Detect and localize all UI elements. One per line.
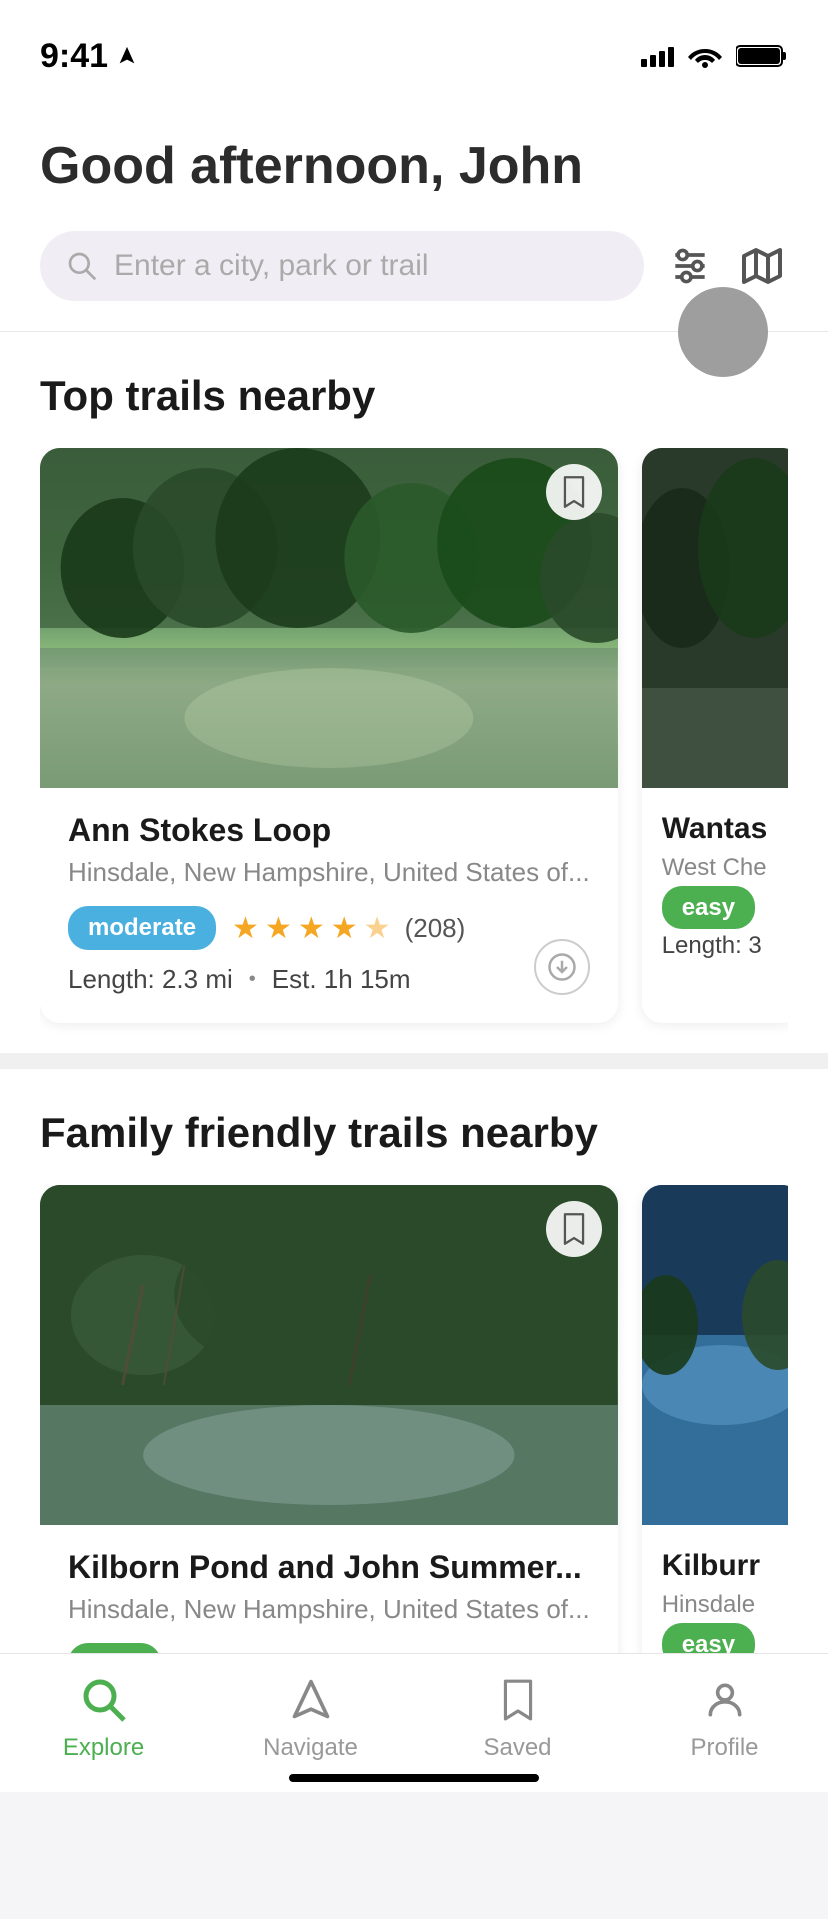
- bookmark-button-1[interactable]: [546, 464, 602, 520]
- bottom-nav: Explore Navigate Saved Profile: [0, 1653, 828, 1792]
- saved-bookmark-icon: [498, 1678, 538, 1722]
- download-button-1[interactable]: [534, 939, 590, 995]
- explore-search-icon: [80, 1676, 128, 1724]
- signal-strength-icon: [641, 45, 674, 67]
- sliders-icon: [668, 244, 712, 288]
- trail-name-3: Kilborn Pond and John Summer...: [68, 1549, 590, 1586]
- trail-location-2: West Che: [662, 854, 782, 882]
- trail-card-image-1: [40, 448, 618, 788]
- filter-icon[interactable]: [664, 240, 716, 292]
- bookmark-icon-1: [560, 475, 588, 509]
- floating-circle: [678, 287, 768, 377]
- trail-location-3: Hinsdale, New Hampshire, United States o…: [68, 1594, 590, 1625]
- trail-name-1: Ann Stokes Loop: [68, 812, 590, 849]
- section-separator: [0, 1053, 828, 1069]
- trail-card-image-3: [40, 1185, 618, 1525]
- trail-card-wantas[interactable]: Wantas West Che easy Length: 3: [642, 448, 788, 1023]
- trail-image-overlay-2: [642, 448, 788, 788]
- difficulty-badge-2: easy: [662, 886, 755, 929]
- trail-card-body-1: Ann Stokes Loop Hinsdale, New Hampshire,…: [40, 788, 618, 1023]
- review-count-1: (208): [405, 913, 466, 944]
- star-1-3: ★: [298, 911, 325, 946]
- difficulty-wrap-2: easy: [662, 894, 782, 922]
- star-1-2: ★: [265, 911, 292, 946]
- wifi-icon: [688, 43, 722, 69]
- nav-label-navigate: Navigate: [263, 1734, 358, 1762]
- trail-image-bg-3: [40, 1185, 618, 1525]
- trail-meta-1: moderate ★ ★ ★ ★ ★ (208): [68, 906, 590, 950]
- trail-image-overlay-1: [40, 448, 618, 788]
- explore-icon: [78, 1674, 130, 1726]
- search-row: Enter a city, park or trail: [40, 231, 788, 301]
- home-indicator: [289, 1774, 539, 1782]
- top-trails-cards: Ann Stokes Loop Hinsdale, New Hampshire,…: [40, 448, 788, 1053]
- bookmark-icon-3: [560, 1212, 588, 1246]
- family-trails-title: Family friendly trails nearby: [40, 1109, 788, 1157]
- search-placeholder: Enter a city, park or trail: [114, 249, 429, 283]
- stars-row-1: ★ ★ ★ ★ ★ (208): [232, 911, 465, 946]
- bookmark-button-3[interactable]: [546, 1201, 602, 1257]
- trail-length-1: Length: 2.3 mi: [68, 964, 233, 995]
- nav-explore[interactable]: Explore: [0, 1674, 207, 1762]
- status-bar: 9:41: [0, 0, 828, 88]
- trail-image-2: [642, 448, 788, 788]
- status-icons: [641, 43, 788, 69]
- trail-location-1: Hinsdale, New Hampshire, United States o…: [68, 857, 590, 888]
- nav-saved[interactable]: Saved: [414, 1674, 621, 1762]
- star-1-5: ★: [364, 911, 391, 946]
- trail-image-overlay-3: [40, 1185, 618, 1525]
- download-icon-1: [547, 952, 577, 982]
- trail-image-4: [642, 1185, 788, 1525]
- trail-card-kilburr[interactable]: Kilburr Hinsdale easy: [642, 1185, 788, 1729]
- trail-image-overlay-4: [642, 1185, 788, 1525]
- map-icon[interactable]: [736, 240, 788, 292]
- greeting-text: Good afternoon, John: [40, 138, 788, 195]
- trail-name-2: Wantas: [662, 812, 782, 846]
- stat-dot-1: •: [249, 968, 256, 991]
- star-1-1: ★: [232, 911, 259, 946]
- location-arrow-icon: [116, 45, 138, 67]
- trail-length-2: Length: 3: [662, 932, 782, 960]
- trail-card-kilborn[interactable]: Kilborn Pond and John Summer... Hinsdale…: [40, 1185, 618, 1729]
- trail-stats-1: Length: 2.3 mi • Est. 1h 15m: [68, 964, 590, 995]
- top-trails-section: Top trails nearby: [0, 332, 828, 1053]
- trail-card-ann-stokes[interactable]: Ann Stokes Loop Hinsdale, New Hampshire,…: [40, 448, 618, 1023]
- nav-label-saved: Saved: [483, 1734, 551, 1762]
- profile-icon: [699, 1674, 751, 1726]
- status-time: 9:41: [40, 37, 138, 76]
- nav-label-explore: Explore: [63, 1734, 144, 1762]
- profile-person-icon: [703, 1678, 747, 1722]
- difficulty-badge-1: moderate: [68, 906, 216, 950]
- search-input-wrap[interactable]: Enter a city, park or trail: [40, 231, 644, 301]
- trail-name-4: Kilburr: [662, 1549, 782, 1583]
- trail-image-bg-1: [40, 448, 618, 788]
- navigate-arrow-icon: [289, 1678, 333, 1722]
- battery-icon: [736, 44, 788, 68]
- top-trails-title: Top trails nearby: [40, 372, 788, 420]
- nav-profile[interactable]: Profile: [621, 1674, 828, 1762]
- trail-card-partial-body-2: Wantas West Che easy Length: 3: [642, 788, 788, 984]
- nav-navigate[interactable]: Navigate: [207, 1674, 414, 1762]
- map-view-icon: [738, 242, 786, 290]
- nav-label-profile: Profile: [690, 1734, 758, 1762]
- trail-location-4: Hinsdale: [662, 1591, 782, 1619]
- star-1-4: ★: [331, 911, 358, 946]
- time-display: 9:41: [40, 37, 108, 76]
- saved-icon: [492, 1674, 544, 1726]
- trail-time-1: Est. 1h 15m: [272, 964, 411, 995]
- search-icon: [66, 250, 98, 282]
- navigate-icon: [285, 1674, 337, 1726]
